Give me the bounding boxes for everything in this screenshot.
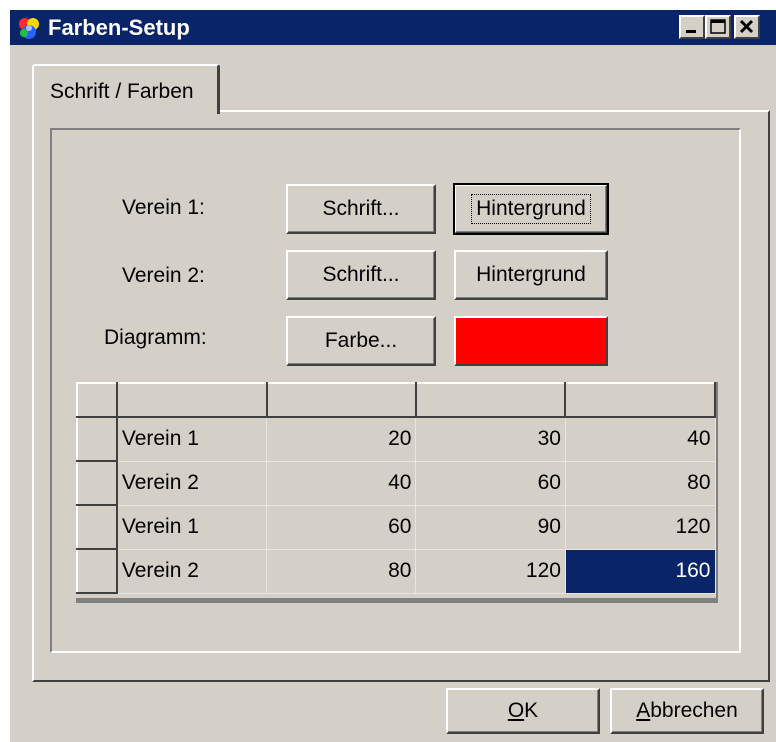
grid-row[interactable]: Verein 1 60 90 120 xyxy=(76,504,716,550)
diagramm-color-button[interactable]: Farbe... xyxy=(286,316,436,366)
grid-cell-value[interactable]: 30 xyxy=(415,417,566,462)
tab-label: Schrift / Farben xyxy=(50,80,194,103)
grid-table: Verein 1 20 30 40 Verein 2 40 60 80 Verein 1 60 90… xyxy=(76,382,716,594)
data-grid[interactable]: Verein 1 20 30 40 Verein 2 40 60 80 Verein 1 60 90… xyxy=(76,382,718,603)
close-icon xyxy=(739,19,754,34)
grid-column-header[interactable] xyxy=(265,382,417,418)
grid-header-row xyxy=(76,382,716,418)
verein1-font-button[interactable]: Schrift... xyxy=(286,184,436,234)
grid-cell-name[interactable]: Verein 1 xyxy=(116,505,268,550)
grid-column-header[interactable] xyxy=(414,382,567,418)
cancel-button[interactable]: Abbrechen xyxy=(610,688,764,734)
grid-cell-name[interactable]: Verein 2 xyxy=(116,461,268,506)
verein2-background-button-label: Hintergrund xyxy=(476,263,586,286)
verein1-background-button-label: Hintergrund xyxy=(471,194,591,224)
maximize-icon xyxy=(710,19,726,34)
grid-row-header[interactable] xyxy=(76,460,118,506)
diagramm-color-button-label: Farbe... xyxy=(324,329,398,352)
grid-cell-name[interactable]: Verein 2 xyxy=(116,549,268,594)
verein2-font-button-label: Schrift... xyxy=(322,263,400,286)
grid-cell-value[interactable]: 160 xyxy=(565,549,716,594)
dialog-window: Farben-Setup Schrift / Farben Verein 1: … xyxy=(8,8,776,742)
grid-cell-value[interactable]: 40 xyxy=(266,461,417,506)
grid-cell-value[interactable]: 20 xyxy=(266,417,417,462)
grid-corner-cell xyxy=(76,382,118,418)
grid-cell-name[interactable]: Verein 1 xyxy=(116,417,268,462)
grid-cell-value[interactable]: 120 xyxy=(565,505,716,550)
ok-button[interactable]: OK xyxy=(446,688,600,734)
grid-row[interactable]: Verein 1 20 30 40 xyxy=(76,416,716,462)
verein1-label: Verein 1: xyxy=(122,196,205,219)
tab-schrift-farben[interactable]: Schrift / Farben xyxy=(32,64,220,114)
grid-column-header[interactable] xyxy=(564,382,716,418)
palette-icon xyxy=(16,15,42,41)
verein1-background-button[interactable]: Hintergrund xyxy=(453,183,609,235)
maximize-button[interactable] xyxy=(705,15,731,39)
title-bar[interactable]: Farben-Setup xyxy=(10,10,776,45)
close-button[interactable] xyxy=(734,15,760,39)
diagram-color-swatch[interactable] xyxy=(454,316,608,366)
grid-row-header[interactable] xyxy=(76,504,118,550)
grid-cell-value[interactable]: 80 xyxy=(266,549,417,594)
grid-row-header[interactable] xyxy=(76,416,118,462)
grid-row[interactable]: Verein 2 40 60 80 xyxy=(76,460,716,506)
verein1-font-button-label: Schrift... xyxy=(322,197,400,220)
minimize-button[interactable] xyxy=(679,15,705,39)
grid-cell-value[interactable]: 60 xyxy=(415,461,566,506)
verein2-background-button[interactable]: Hintergrund xyxy=(454,250,608,300)
window-title: Farben-Setup xyxy=(48,15,190,40)
verein2-label: Verein 2: xyxy=(122,264,205,287)
grid-cell-value[interactable]: 60 xyxy=(266,505,417,550)
grid-row[interactable]: Verein 2 80 120 160 xyxy=(76,548,716,594)
grid-cell-value[interactable]: 80 xyxy=(565,461,716,506)
grid-column-header[interactable] xyxy=(115,382,268,418)
grid-cell-value[interactable]: 120 xyxy=(415,549,566,594)
minimize-icon xyxy=(686,30,696,33)
grid-cell-value[interactable]: 90 xyxy=(415,505,566,550)
grid-cell-value[interactable]: 40 xyxy=(565,417,716,462)
ok-button-label: OK xyxy=(507,699,539,722)
diagramm-label: Diagramm: xyxy=(104,326,207,349)
verein2-font-button[interactable]: Schrift... xyxy=(286,250,436,300)
cancel-button-label: Abbrechen xyxy=(636,699,738,722)
grid-row-header[interactable] xyxy=(76,548,118,594)
